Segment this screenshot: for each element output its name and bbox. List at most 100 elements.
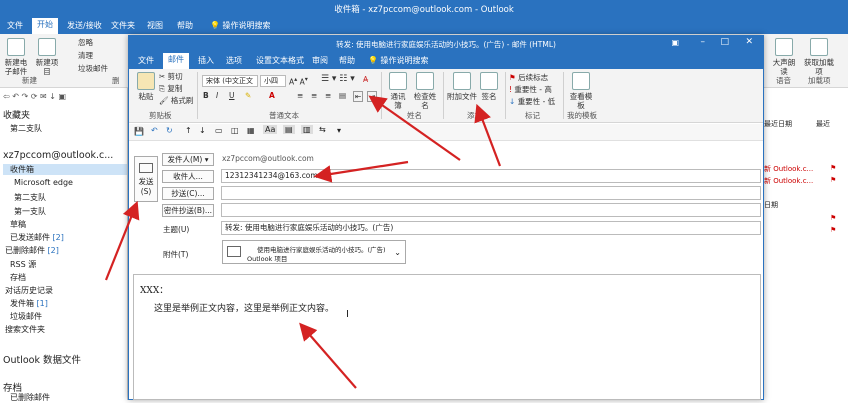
cut-button[interactable]: ✂ 剪切 — [159, 72, 183, 81]
undo-icon[interactable]: ↶ — [151, 126, 158, 135]
indent-decrease-icon[interactable]: ⇤ — [353, 91, 364, 102]
tab-home[interactable]: 开始 — [32, 18, 58, 34]
tab-file[interactable]: 文件 — [2, 19, 28, 32]
view-templates-button[interactable]: 查看模板 — [569, 72, 593, 110]
ignore-button[interactable]: 忽略 — [78, 38, 93, 47]
close-icon[interactable]: ✕ — [745, 37, 753, 47]
account-header[interactable]: xz7pccom@outlook.c... — [3, 150, 113, 161]
bullets-icon[interactable]: ☰ ▾ ☷ ▾ — [321, 75, 355, 84]
compose-tab-file[interactable]: 文件 — [133, 54, 159, 67]
down-icon[interactable]: ↓ — [199, 126, 206, 135]
compose-tab-options[interactable]: 选项 — [221, 54, 247, 67]
to-button[interactable]: 收件人... — [162, 170, 214, 183]
sidebar-item-edge[interactable]: Microsoft edge — [14, 178, 73, 187]
flag-icon[interactable]: ⚑ — [830, 226, 836, 234]
compose-tab-insert[interactable]: 插入 — [193, 54, 219, 67]
up-icon[interactable]: ↑ — [185, 126, 192, 135]
highlight-icon[interactable]: ✎ — [245, 91, 251, 100]
sidebar-item-rss[interactable]: RSS 源 — [10, 259, 36, 270]
compose-tell-me[interactable]: 💡 操作说明搜索 — [363, 54, 434, 67]
data-file-header[interactable]: Outlook 数据文件 — [3, 352, 81, 366]
attachment-card[interactable]: 使用电脑进行家庭娱乐活动的小技巧。(广告) Outlook 项目 ⌄ — [222, 240, 406, 264]
cc-input[interactable] — [221, 186, 761, 200]
sidebar-item-search-folders[interactable]: 搜索文件夹 — [5, 324, 45, 335]
follow-up-button[interactable]: ⚑ 后续标志 — [509, 73, 548, 82]
indent-increase-icon[interactable]: ⇥ — [367, 91, 378, 102]
compose-tab-format-text[interactable]: 设置文本格式 — [251, 54, 309, 67]
sidebar-item-inbox[interactable]: 收件箱 — [3, 164, 127, 175]
sidebar-item-conversation-history[interactable]: 对话历史记录 — [5, 285, 53, 296]
sidebar-item-team1[interactable]: 第一支队 — [14, 206, 46, 217]
get-addins-button[interactable]: 获取加载项 — [804, 38, 834, 76]
justify-icon[interactable]: ▤ — [339, 91, 346, 100]
high-importance-button[interactable]: ! 重要性 - 高 — [509, 85, 552, 94]
cleanup-button[interactable]: 清理 — [78, 51, 93, 60]
save-icon[interactable]: 💾 — [134, 127, 144, 136]
sidebar-item-outbox[interactable]: 发件箱 [1] — [10, 298, 48, 309]
bcc-button[interactable]: 密件抄送(B)... — [162, 204, 214, 217]
read-aloud-button[interactable]: 大声朗读 — [770, 38, 798, 76]
message-row-1[interactable]: 新 Outlook.c... — [764, 164, 813, 174]
attach-file-button[interactable]: 附加文件 — [447, 72, 477, 101]
font-name-select[interactable]: 宋体 (中文正文 — [202, 75, 258, 87]
format-icon[interactable]: ▥ — [301, 125, 313, 134]
format-painter-button[interactable]: 🖌 格式刷 — [159, 96, 193, 105]
cc-button[interactable]: 抄送(C)... — [162, 187, 214, 200]
style-icon[interactable]: Aa — [263, 125, 278, 134]
sidebar-item-archive[interactable]: 存档 — [10, 272, 26, 283]
paste-button[interactable]: 粘贴 — [135, 72, 157, 101]
sidebar-item-team2[interactable]: 第二支队 — [14, 192, 46, 203]
tab-folder[interactable]: 文件夹 — [106, 19, 140, 32]
font-color-icon[interactable]: A — [269, 91, 275, 100]
archive-deleted-item[interactable]: 已删除邮件 — [10, 392, 50, 403]
bold-button[interactable]: B — [203, 91, 209, 100]
align-left-icon[interactable]: ≡ — [297, 91, 303, 100]
tab-send-receive[interactable]: 发送/接收 — [62, 19, 107, 32]
flag-icon[interactable]: ⚑ — [830, 176, 836, 184]
check-names-button[interactable]: 检查姓名 — [412, 72, 438, 110]
shape-icon[interactable]: ◫ — [231, 126, 239, 135]
tab-view[interactable]: 视图 — [142, 19, 168, 32]
redo-icon[interactable]: ↻ — [166, 126, 173, 135]
new-items-button[interactable]: 新建项目 — [33, 38, 61, 76]
sidebar-item-junk[interactable]: 垃圾邮件 — [10, 311, 42, 322]
underline-button[interactable]: U — [229, 91, 235, 100]
favorites-header[interactable]: 收藏夹 — [3, 108, 30, 121]
table-icon[interactable]: ▤ — [283, 125, 295, 134]
copy-button[interactable]: ⎘ 复制 — [159, 84, 182, 93]
font-size-select[interactable]: 小四 — [260, 75, 286, 87]
compose-tab-message[interactable]: 邮件 — [163, 53, 189, 69]
to-input[interactable]: 12312341234@163.com — [221, 169, 761, 183]
sidebar-item-deleted[interactable]: 已删除邮件 [2] — [5, 245, 59, 256]
picture-icon[interactable]: ▭ — [215, 126, 223, 135]
tell-me-search[interactable]: 💡 操作说明搜索 — [205, 19, 276, 32]
minimize-icon[interactable]: – — [701, 37, 706, 47]
compose-tab-review[interactable]: 审阅 — [307, 54, 333, 67]
signature-button[interactable]: 签名 — [479, 72, 499, 101]
customize-qat-icon[interactable]: ▾ — [337, 126, 341, 135]
flag-icon[interactable]: ⚑ — [830, 164, 836, 172]
attach-icon[interactable]: ▦ — [247, 126, 255, 135]
bcc-input[interactable] — [221, 203, 761, 217]
italic-button[interactable]: I — [216, 91, 218, 100]
sort-filter[interactable]: 最近 — [816, 119, 830, 129]
send-button[interactable]: 发送(S) — [134, 156, 158, 202]
compose-tab-help[interactable]: 帮助 — [334, 54, 360, 67]
subject-input[interactable]: 转发: 使用电脑进行家庭娱乐活动的小技巧。(广告) — [221, 221, 761, 235]
message-body[interactable]: XXX： 这里是举例正文内容，这里是举例正文内容。 I — [133, 274, 761, 400]
chevron-down-icon[interactable]: ⌄ — [394, 248, 401, 257]
align-right-icon[interactable]: ≡ — [325, 91, 331, 100]
tab-help[interactable]: 帮助 — [172, 19, 198, 32]
new-email-button[interactable]: 新建电子邮件 — [3, 38, 29, 76]
ribbon-display-icon[interactable]: ▣ — [671, 38, 679, 47]
sidebar-item-sent[interactable]: 已发送邮件 [2] — [10, 232, 64, 243]
maximize-icon[interactable]: □ — [720, 37, 729, 47]
message-row-2[interactable]: 新 Outlook.c... — [764, 176, 813, 186]
flag-icon[interactable]: ⚑ — [830, 214, 836, 222]
favorite-item[interactable]: 第二支队 — [10, 123, 42, 134]
font-grow-shrink[interactable]: A▴ A▾ — [289, 75, 308, 87]
clear-format-icon[interactable]: A̶ — [363, 75, 368, 84]
junk-button[interactable]: 垃圾邮件 — [78, 64, 108, 73]
from-button[interactable]: 发件人(M) ▾ — [162, 153, 214, 166]
address-book-button[interactable]: 通讯簿 — [387, 72, 409, 110]
